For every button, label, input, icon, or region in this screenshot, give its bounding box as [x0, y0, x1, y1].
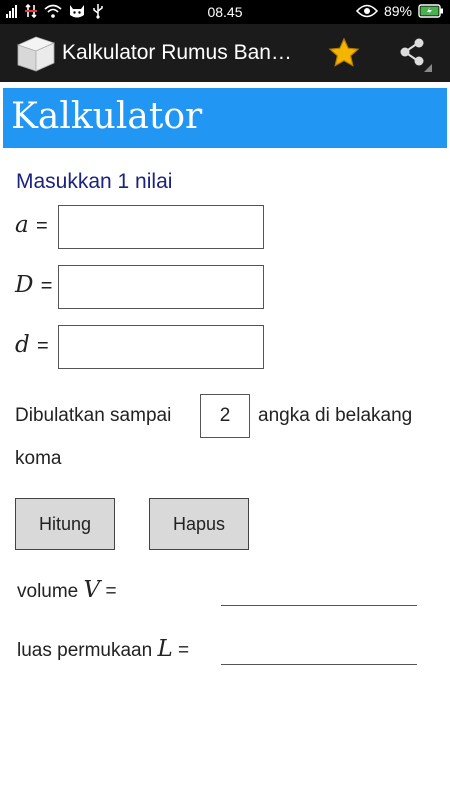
input-d[interactable] [58, 325, 264, 369]
input-D[interactable] [58, 265, 264, 309]
surface-area-label: luas permukaan L = [17, 636, 189, 662]
share-icon [400, 38, 432, 72]
equals-sign: = [37, 335, 49, 357]
field-label-D: D = [15, 272, 52, 298]
decimal-places-input[interactable]: 2 [200, 394, 250, 438]
equals-sign: = [36, 215, 48, 237]
equals-sign: = [178, 640, 190, 661]
action-bar: Kalkulator Rumus Ban… [0, 24, 450, 82]
page-title: Kalkulator [11, 96, 203, 137]
surface-area-result-field [221, 664, 417, 665]
input-prompt: Masukkan 1 nilai [16, 170, 173, 193]
status-icons-right: 89% [355, 3, 444, 19]
variable-a: a [15, 212, 29, 238]
app-title: Kalkulator Rumus Ban… [62, 41, 292, 64]
surface-area-text: luas permukaan [17, 640, 153, 661]
volume-result-field [221, 605, 417, 606]
volume-label: volume V = [17, 577, 117, 603]
round-prefix-text: Dibulatkan sampai [15, 405, 172, 426]
battery-percent: 89% [383, 3, 412, 19]
field-label-a: a = [15, 212, 48, 238]
status-bar: 08.45 89% [0, 0, 450, 24]
cube-logo-icon [16, 36, 56, 72]
share-button[interactable] [394, 36, 434, 72]
round-suffix-text-2: koma [15, 448, 62, 469]
eye-icon [355, 4, 378, 18]
surface-area-variable: L [157, 636, 173, 662]
variable-d: d [15, 332, 30, 358]
volume-text: volume [17, 581, 79, 602]
volume-variable: V [83, 577, 101, 603]
calculate-button[interactable]: Hitung [15, 498, 115, 550]
battery-icon [418, 4, 443, 18]
equals-sign: = [105, 581, 117, 602]
field-label-d: d = [15, 332, 49, 358]
star-icon [328, 37, 360, 67]
clear-button[interactable]: Hapus [149, 498, 249, 550]
round-suffix-text: angka di belakang [258, 405, 413, 426]
equals-sign: = [40, 275, 53, 297]
calculator-header: Kalkulator [3, 88, 447, 148]
favorite-button[interactable] [326, 36, 362, 70]
variable-D: D [15, 272, 34, 298]
input-a[interactable] [58, 205, 264, 249]
